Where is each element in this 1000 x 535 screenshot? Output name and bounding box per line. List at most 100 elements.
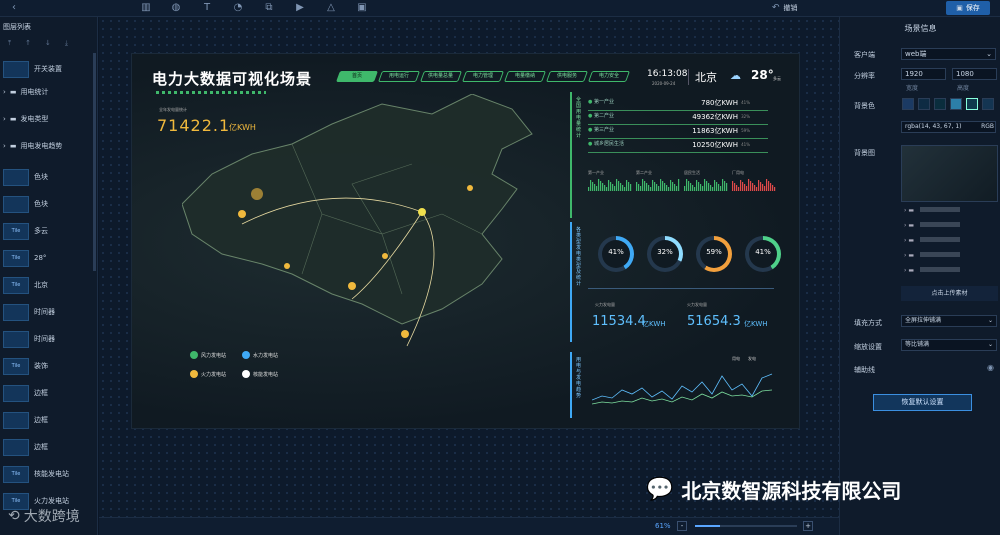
shapes-icon[interactable]: △ (325, 2, 337, 14)
panel-title: 场景信息 (904, 24, 937, 33)
move-top-icon[interactable]: ⤒ (8, 39, 11, 48)
mini-bar (652, 180, 654, 191)
video-icon[interactable]: ▶ (294, 2, 306, 14)
tab-4[interactable]: 电量缴纳 (503, 71, 547, 82)
tab-6[interactable]: 电力安全 (587, 71, 631, 82)
mini-bar (704, 179, 706, 191)
zoom-slider[interactable] (695, 525, 797, 527)
chart-icon[interactable]: ▥ (140, 2, 152, 14)
bg-image-label: 背景图 (854, 149, 875, 157)
undo-button[interactable]: ↶ 撤销 (772, 3, 798, 13)
layer-item[interactable]: 边框 (0, 435, 95, 459)
zoom-in-button[interactable]: + (803, 521, 813, 531)
mini-bar (646, 183, 648, 191)
trend-section: 用电与发电趋势 用电 发电 (570, 352, 785, 418)
tab-1[interactable]: 用电运行 (377, 71, 421, 82)
folder-icon: ▬ (9, 87, 17, 96)
back-icon[interactable]: ‹ (8, 2, 20, 14)
folder-icon: ▬ (908, 207, 914, 214)
gauge-icon[interactable]: ◔ (232, 2, 244, 14)
color-swatch[interactable] (902, 98, 914, 110)
tab-2[interactable]: 供电量总量 (419, 71, 463, 82)
move-up-icon[interactable]: ↑ (25, 39, 31, 48)
mini-bar (724, 181, 726, 191)
temperature: 28° (751, 68, 774, 82)
stat-value: 780亿KWH (701, 99, 738, 107)
color-swatch[interactable] (950, 98, 962, 110)
move-down-icon[interactable]: ↓ (45, 39, 51, 48)
camera-icon[interactable]: ▣ (356, 2, 368, 14)
move-bottom-icon[interactable]: ⤓ (65, 39, 68, 48)
layer-group[interactable]: › ▬ 用电统计 (0, 84, 95, 99)
tab-0[interactable]: 首页 (335, 71, 379, 82)
layer-item[interactable]: 边框 (0, 381, 95, 405)
mini-bar (692, 185, 694, 191)
file-item[interactable]: › ▬ (904, 222, 996, 234)
hydro-icon (242, 351, 250, 359)
text-icon[interactable]: T (201, 2, 213, 14)
fill-select[interactable]: 全屏拉伸铺满 ⌄ (901, 315, 997, 327)
upload-button[interactable]: 点击上传素材 (901, 286, 998, 301)
color-value-input[interactable]: rgba(14, 43, 67, 1) RGB (901, 121, 996, 133)
layer-item[interactable]: 边框 (0, 408, 95, 432)
mini-bar (622, 185, 624, 191)
layer-item[interactable]: 时间器 (0, 300, 95, 324)
eye-icon[interactable]: ◉ (987, 363, 994, 372)
layer-item[interactable]: Tile 28° (0, 246, 95, 270)
color-swatch[interactable] (966, 98, 978, 110)
globe-icon[interactable]: ◍ (170, 2, 182, 14)
zoom-out-button[interactable]: - (677, 521, 687, 531)
chevron-right-icon: › (3, 87, 6, 96)
layer-item[interactable]: Tile 多云 (0, 219, 95, 243)
mini-bar (596, 186, 598, 191)
layer-item[interactable]: Tile 北京 (0, 273, 95, 297)
mini-bar (588, 187, 590, 191)
folder-icon: ▬ (9, 114, 17, 123)
sub-value-1: 11534.4 (592, 314, 646, 329)
file-item[interactable]: › ▬ (904, 237, 996, 249)
top-toolbar: ‹ ▥ ◍ T ◔ ⧉ ▶ △ ▣ ↶ 撤销 ▣ 保存 (0, 0, 1000, 17)
mini-bar (600, 181, 602, 191)
tab-5[interactable]: 供电服务 (545, 71, 589, 82)
width-input[interactable]: 1920 (901, 68, 946, 80)
layer-item[interactable]: 色块 (0, 192, 95, 216)
color-swatch[interactable] (918, 98, 930, 110)
aux-line-label: 辅助线 (854, 366, 875, 374)
mini-bar (598, 179, 600, 191)
layer-actions: ⤒ ↑ ↓ ⤓ (8, 39, 68, 48)
height-input[interactable]: 1080 (952, 68, 997, 80)
company-name: 北京数智源科技有限公司 (681, 479, 902, 503)
trend-legend-generation: 发电 (748, 356, 756, 361)
layer-group[interactable]: › ▬ 发电类型 (0, 111, 95, 126)
layer-item[interactable]: 色块 (0, 165, 95, 189)
section-label: 各类型发电类型及统计 (576, 227, 582, 287)
trend-legend-usage: 用电 (732, 356, 740, 361)
dashboard-preview[interactable]: 电力大数据可视化场景 首页 用电运行 供电量总量 电力管理 电量缴纳 供电服务 电力安全 1… (131, 53, 800, 429)
mini-bar (718, 184, 720, 191)
layer-group[interactable]: › ▬ 用电发电趋势 (0, 138, 95, 153)
layer-item[interactable]: Tile 核能发电站 (0, 462, 95, 486)
scrollbar[interactable] (93, 53, 96, 271)
layer-item[interactable]: 开关装置 (0, 57, 95, 81)
layer-item[interactable]: 时间器 (0, 327, 95, 351)
sub-unit-2: 亿KWH (744, 320, 768, 328)
section-label: 用电与发电趋势 (576, 357, 582, 399)
tab-3[interactable]: 电力管理 (461, 71, 505, 82)
color-swatch[interactable] (982, 98, 994, 110)
layers-icon[interactable]: ⧉ (263, 2, 275, 14)
zoom-select[interactable]: 等比铺满 ⌄ (901, 339, 997, 351)
mini-bar (694, 187, 696, 191)
bg-image-preview[interactable] (901, 145, 998, 202)
layer-item[interactable]: Tile 装饰 (0, 354, 95, 378)
color-swatch[interactable] (934, 98, 946, 110)
save-button[interactable]: ▣ 保存 (946, 1, 990, 15)
station-dot (251, 188, 263, 200)
reset-button[interactable]: 恢复默认设置 (873, 394, 972, 411)
file-item[interactable]: › ▬ (904, 267, 996, 279)
stat-label: 第三产业 (593, 127, 614, 133)
client-select[interactable]: web端 ⌄ (901, 48, 996, 60)
file-item[interactable]: › ▬ (904, 252, 996, 264)
usage-section: 全国用电量统计 ● 第一产业 780亿KWH 41% ● 第二产业 49362亿KWH 3… (570, 92, 785, 218)
file-item[interactable]: › ▬ (904, 207, 996, 219)
mini-bar (744, 184, 746, 191)
